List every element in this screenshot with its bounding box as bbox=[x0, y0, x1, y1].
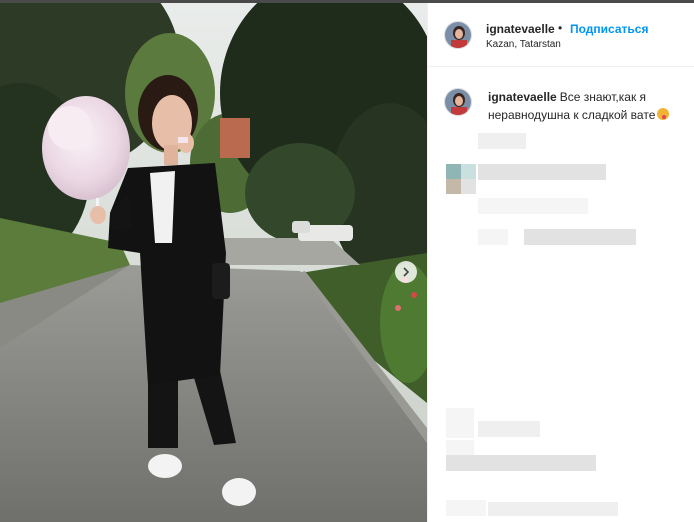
separator-dot: • bbox=[558, 21, 563, 35]
caption-username[interactable]: ignatevaelle bbox=[488, 90, 557, 104]
redacted-block bbox=[478, 133, 526, 149]
post-side-panel: ignatevaelle • Подписаться Kazan, Tatars… bbox=[427, 3, 694, 522]
redacted-block bbox=[478, 164, 606, 180]
redacted-block bbox=[446, 455, 596, 471]
redacted-block bbox=[478, 229, 508, 245]
redacted-block bbox=[524, 229, 636, 245]
post-caption: ignatevaelle Все знают,как я неравнодушна… bbox=[488, 88, 688, 124]
follow-button[interactable]: Подписаться bbox=[570, 22, 648, 36]
chevron-right-icon bbox=[403, 267, 410, 277]
emoji-yum-icon bbox=[657, 108, 670, 120]
photo-illustration bbox=[0, 3, 427, 522]
redacted-block bbox=[446, 500, 486, 516]
avatar-photo-icon bbox=[445, 89, 471, 115]
redacted-block bbox=[478, 198, 588, 214]
redacted-avatar bbox=[461, 179, 476, 194]
redacted-avatar bbox=[446, 164, 461, 179]
redacted-avatar bbox=[446, 179, 461, 194]
redacted-avatar bbox=[461, 164, 476, 179]
redacted-avatar bbox=[446, 408, 474, 438]
caption-avatar[interactable] bbox=[444, 88, 472, 116]
avatar-photo-icon bbox=[445, 22, 471, 48]
post-photo[interactable] bbox=[0, 3, 427, 522]
redacted-block bbox=[478, 421, 540, 437]
carousel-next-button[interactable] bbox=[395, 261, 417, 283]
author-avatar[interactable] bbox=[444, 21, 472, 49]
redacted-block bbox=[488, 502, 618, 516]
post-location[interactable]: Kazan, Tatarstan bbox=[486, 39, 561, 50]
post-header: ignatevaelle • Подписаться Kazan, Tatars… bbox=[428, 3, 694, 67]
author-username[interactable]: ignatevaelle bbox=[486, 22, 555, 36]
